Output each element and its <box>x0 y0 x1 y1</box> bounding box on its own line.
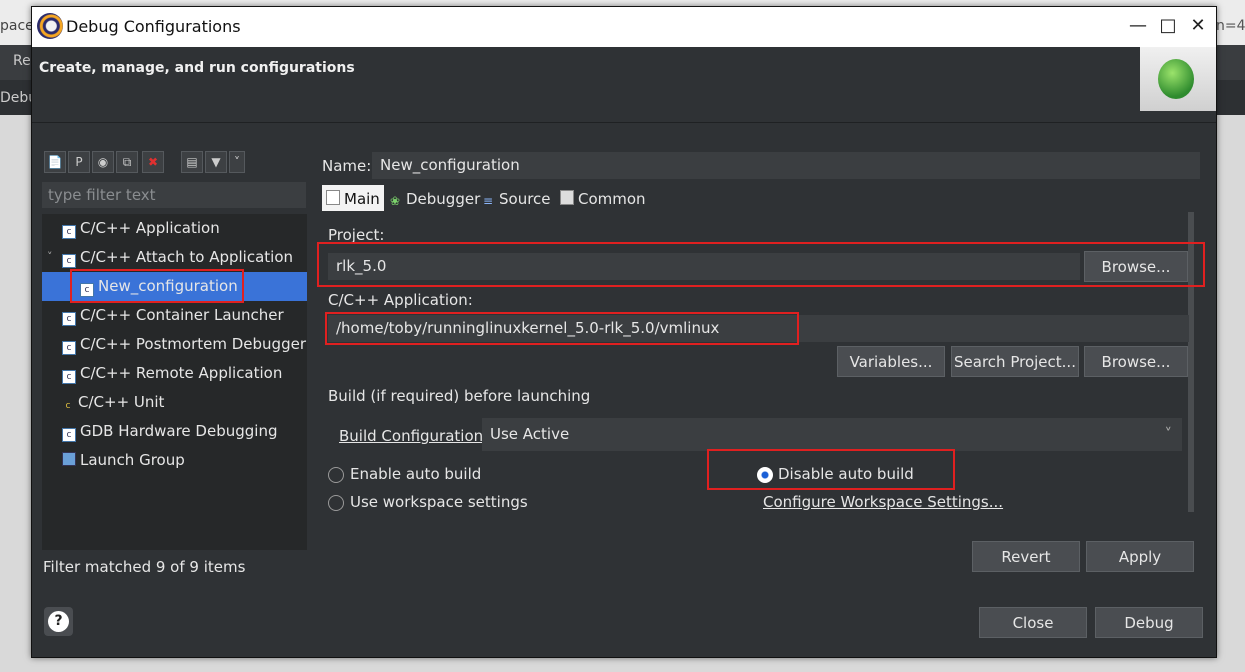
name-label: Name: <box>322 157 372 175</box>
close-label: Close <box>1012 614 1054 632</box>
build-config-select[interactable]: Use Active ˅ <box>482 418 1182 451</box>
close-window-button[interactable]: ✕ <box>1183 13 1213 39</box>
tab-common-label: Common <box>578 190 646 208</box>
apply-button[interactable]: Apply <box>1086 541 1194 572</box>
minimize-button[interactable]: — <box>1123 13 1153 39</box>
bug-icon: ❀ <box>390 194 401 208</box>
annotation-highlight <box>70 269 244 303</box>
revert-label: Revert <box>1001 548 1051 566</box>
tree-item-label: C/C++ Application <box>80 219 220 237</box>
tree-item-c-remote[interactable]: c C/C++ Remote Application <box>62 359 282 388</box>
name-field[interactable]: New_configuration <box>372 152 1200 179</box>
filter-status: Filter matched 9 of 9 items <box>43 558 246 576</box>
tree-item-label: GDB Hardware Debugging <box>80 422 278 440</box>
dialog-title: Debug Configurations <box>66 17 241 36</box>
filter-input[interactable]: type filter text <box>42 182 306 208</box>
c-app-icon: c <box>62 225 76 239</box>
tab-main-label: Main <box>344 190 380 208</box>
configure-workspace-link[interactable]: Configure Workspace Settings... <box>763 493 1003 511</box>
filter-icon[interactable]: ▼ <box>205 151 227 173</box>
c-unit-icon: c <box>65 401 71 411</box>
annotation-highlight <box>707 449 955 490</box>
tab-source-label: Source <box>499 190 551 208</box>
build-config-label: Build Configuration: <box>339 427 489 445</box>
tab-debugger-label: Debugger <box>406 190 481 208</box>
apply-label: Apply <box>1118 548 1162 566</box>
chevron-down-icon[interactable]: ˅ <box>229 151 245 173</box>
header-divider <box>32 122 1216 123</box>
tab-main[interactable]: Main <box>322 185 384 213</box>
browse-label: Browse... <box>1101 353 1171 371</box>
variables-label: Variables... <box>849 353 933 371</box>
c-app-icon: c <box>62 312 76 326</box>
search-project-label: Search Project... <box>954 353 1076 371</box>
duplicate-icon[interactable]: ⧉ <box>116 151 138 173</box>
source-icon: ≡ <box>483 194 494 208</box>
debug-button[interactable]: Debug <box>1095 607 1203 638</box>
launch-group-icon <box>62 452 76 466</box>
new-prototype-icon[interactable]: P <box>68 151 90 173</box>
tree-item-c-attach[interactable]: c C/C++ Attach to Application <box>62 243 293 272</box>
maximize-button[interactable]: □ <box>1153 13 1183 39</box>
chevron-down-icon[interactable]: ˅ <box>47 250 53 263</box>
tree-item-gdb-hardware[interactable]: c GDB Hardware Debugging <box>62 417 277 446</box>
c-app-icon: c <box>62 341 76 355</box>
dialog-header: Create, manage, and run configurations <box>32 47 1216 122</box>
tree-item-c-unit[interactable]: c C/C++ Unit <box>62 388 165 417</box>
common-icon <box>560 190 574 205</box>
c-app-icon: c <box>62 428 76 442</box>
enable-auto-build-label[interactable]: Enable auto build <box>350 465 481 483</box>
tree-item-c-application[interactable]: c C/C++ Application <box>62 214 220 243</box>
dialog-titlebar: Debug Configurations — □ ✕ <box>32 7 1216 47</box>
build-heading: Build (if required) before launching <box>328 387 591 405</box>
tree-item-label: C/C++ Unit <box>78 393 165 411</box>
c-app-icon: c <box>62 370 76 384</box>
annotation-highlight <box>325 312 799 345</box>
workbench-text: Re <box>13 53 31 69</box>
tree-item-label: C/C++ Container Launcher <box>80 306 284 324</box>
use-workspace-label[interactable]: Use workspace settings <box>350 493 528 511</box>
revert-button[interactable]: Revert <box>972 541 1080 572</box>
annotation-highlight <box>317 242 1205 287</box>
tab-source[interactable]: ≡ Source <box>479 185 555 213</box>
help-icon: ? <box>48 611 69 632</box>
tab-common[interactable]: Common <box>556 185 650 213</box>
tree-item-c-container[interactable]: c C/C++ Container Launcher <box>62 301 284 330</box>
export-icon[interactable]: ◉ <box>92 151 114 173</box>
enable-auto-build-radio[interactable] <box>328 467 344 483</box>
delete-icon[interactable]: ✖ <box>142 151 164 173</box>
new-config-icon[interactable]: 📄 <box>44 151 66 173</box>
debug-configurations-dialog: Debug Configurations — □ ✕ Create, manag… <box>31 6 1217 658</box>
tree-item-label: C/C++ Attach to Application <box>80 248 294 266</box>
variables-button[interactable]: Variables... <box>837 346 945 377</box>
tree-item-label: C/C++ Remote Application <box>80 364 283 382</box>
search-project-button[interactable]: Search Project... <box>951 346 1079 377</box>
configuration-tree: c C/C++ Application ˅ c C/C++ Attach to Ap… <box>42 214 307 550</box>
close-button[interactable]: Close <box>979 607 1087 638</box>
debug-label: Debug <box>1124 614 1174 632</box>
dialog-subtitle: Create, manage, and run configurations <box>39 60 355 76</box>
build-config-value: Use Active <box>490 425 570 443</box>
main-tab-icon <box>326 190 340 205</box>
c-app-icon: c <box>62 254 76 268</box>
workbench-text: pace <box>0 18 34 34</box>
application-browse-button[interactable]: Browse... <box>1084 346 1188 377</box>
tree-item-label: C/C++ Postmortem Debugger <box>80 335 306 353</box>
tree-item-launch-group[interactable]: Launch Group <box>62 446 185 475</box>
chevron-down-icon: ˅ <box>1164 425 1173 443</box>
application-label: C/C++ Application: <box>328 291 473 309</box>
eclipse-logo-icon <box>37 13 63 39</box>
tree-item-label: Launch Group <box>80 451 185 469</box>
debug-bug-icon <box>1140 47 1216 111</box>
tab-debugger[interactable]: ❀ Debugger <box>386 185 484 213</box>
workbench-text: n=4.1 <box>1216 18 1245 34</box>
use-workspace-radio[interactable] <box>328 495 344 511</box>
tree-item-c-postmortem[interactable]: c C/C++ Postmortem Debugger <box>62 330 306 359</box>
collapse-all-icon[interactable]: ▤ <box>181 151 203 173</box>
help-button[interactable]: ? <box>44 607 73 636</box>
